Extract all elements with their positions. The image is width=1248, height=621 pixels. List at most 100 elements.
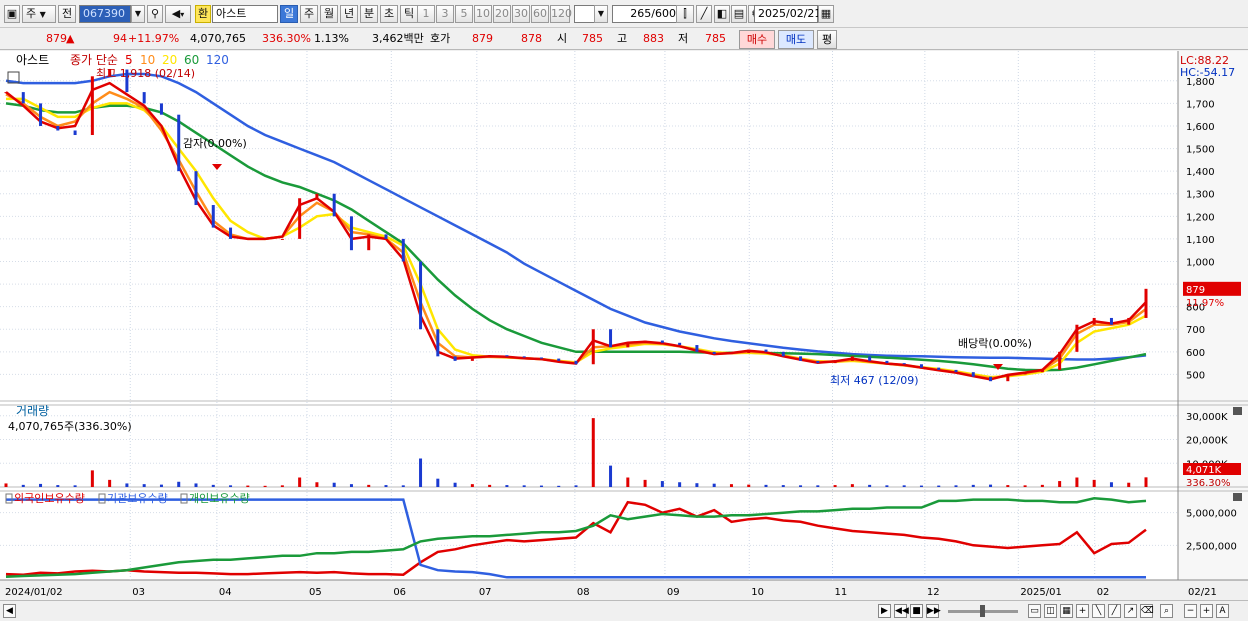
volume-bar <box>349 484 353 487</box>
volume-value-label: 4,070,765주(336.30%) <box>8 420 132 433</box>
price-candle <box>367 234 371 251</box>
change-percent: +11.97% <box>128 32 180 45</box>
date-input[interactable]: 2025/02/21 <box>754 5 821 23</box>
zoom-in-icon[interactable]: + <box>1200 604 1213 618</box>
ma-legend-period: 60 <box>184 53 199 67</box>
price-tick-label: 1,200 <box>1186 212 1215 223</box>
interval-button[interactable]: 10 <box>474 5 492 23</box>
volume-bar <box>626 477 630 487</box>
eraser-icon[interactable]: ⌫ <box>1140 604 1154 618</box>
crosshair-icon[interactable]: + <box>1076 604 1089 618</box>
chart-type-icon[interactable]: ⫿ <box>676 5 694 23</box>
scroll-left-icon[interactable]: ◀ <box>3 604 16 618</box>
prev-button[interactable]: 전 <box>58 5 76 23</box>
x-axis-label: 10 <box>751 587 764 598</box>
zoom-out-icon[interactable]: − <box>1184 604 1197 618</box>
grid-view-icon[interactable]: ▦ <box>1060 604 1073 618</box>
sell-button[interactable]: 매도 <box>778 30 814 49</box>
volume-bar <box>660 481 664 487</box>
interval-button[interactable]: 1 <box>417 5 435 23</box>
volume-bar <box>108 479 112 487</box>
zoom-slider-handle[interactable] <box>980 605 985 617</box>
volume-bar <box>280 485 284 487</box>
stock-code-input[interactable]: 067390 <box>79 5 131 23</box>
high-label: 고 <box>617 32 628 45</box>
magnifier-icon[interactable]: ⌕ <box>1160 604 1173 618</box>
holdings-tick-label: 5,000,000 <box>1186 509 1237 520</box>
period-button[interactable]: 년 <box>340 5 358 23</box>
play-icon[interactable]: ▶ <box>878 604 891 618</box>
price-candle <box>557 358 561 361</box>
interval-button[interactable]: 120 <box>550 5 572 23</box>
calendar-icon[interactable]: ▦ <box>818 5 834 23</box>
font-size-icon[interactable]: A <box>1216 604 1229 618</box>
interval-button[interactable]: 60 <box>531 5 549 23</box>
price-candle <box>505 355 509 357</box>
volume-tick-label: 30,000K <box>1186 412 1228 423</box>
price-candle <box>1058 351 1062 370</box>
price-candle <box>90 76 94 136</box>
volume-bar <box>453 482 457 487</box>
stop-icon[interactable]: ■ <box>910 604 923 618</box>
x-axis-label: 05 <box>309 587 322 598</box>
high-annotation: 최고 1,918 (02/14) <box>96 67 195 80</box>
price-candle <box>989 376 993 382</box>
window-menu-icon[interactable]: ▣ <box>4 5 20 23</box>
fast-forward-icon[interactable]: ▶▶ <box>926 604 941 618</box>
volume-bar <box>539 485 543 487</box>
speaker-icon[interactable]: ◀▾ <box>165 5 191 23</box>
interval-button[interactable]: 30 <box>512 5 530 23</box>
period-button[interactable]: 분 <box>360 5 378 23</box>
period-button[interactable]: 틱 <box>400 5 418 23</box>
rewind-icon[interactable]: ◀◀ <box>894 604 909 618</box>
exchange-badge[interactable]: 환 <box>195 5 211 23</box>
indicator-icon[interactable]: ◧ <box>714 5 730 23</box>
volume-bar <box>90 470 94 487</box>
price-candle <box>729 352 733 355</box>
dividend-annotation: 배당락(0.00%) <box>958 337 1032 350</box>
volume-bar <box>712 483 716 487</box>
period-button[interactable]: 일 <box>280 5 298 23</box>
stock-code-dropdown-icon[interactable]: ▼ <box>131 5 145 23</box>
hc-label: HC:-54.17 <box>1180 66 1235 79</box>
holdings-legend-label: 외국인보유수량 <box>14 492 85 505</box>
drawing-tool-icon[interactable]: ╱ <box>696 5 712 23</box>
chart-scrollbar[interactable]: ◀ ▶ ◀◀ ■ ▶▶ ▭ ◫ ▦ + ╲ ╱ ↗ ⌫ ⌕ − + A <box>0 600 1248 621</box>
holdings-legend-label: 개인보유수량 <box>189 492 250 505</box>
trend-icon[interactable]: ╲ <box>1092 604 1105 618</box>
period-button[interactable]: 초 <box>380 5 398 23</box>
volume-bar <box>557 485 561 487</box>
volume-bar <box>1092 479 1096 487</box>
split-view-icon[interactable]: ◫ <box>1044 604 1057 618</box>
interval-button[interactable]: 5 <box>455 5 473 23</box>
market-select[interactable]: 주 ▼ <box>22 5 56 23</box>
price-candle <box>211 205 215 228</box>
volume-bar <box>833 485 837 487</box>
interval-dropdown-icon[interactable]: ▼ <box>594 5 608 23</box>
period-button[interactable]: 월 <box>320 5 338 23</box>
stock-name-field[interactable]: 아스트 <box>212 5 278 23</box>
save-icon[interactable]: ▤ <box>731 5 747 23</box>
price-candle <box>643 340 647 343</box>
volume-bar <box>56 485 60 487</box>
price-tick-label: 700 <box>1186 325 1205 336</box>
period-button[interactable]: 주 <box>300 5 318 23</box>
eval-button[interactable]: 평 <box>817 30 837 49</box>
arrow-tool-icon[interactable]: ↗ <box>1124 604 1137 618</box>
volume-bar <box>574 485 578 487</box>
x-axis-label: 02 <box>1097 587 1110 598</box>
volume-bar <box>211 484 215 487</box>
price-candle <box>660 340 664 343</box>
count-input[interactable]: 265/600 <box>612 5 680 23</box>
search-icon[interactable]: ⚲ <box>147 5 163 23</box>
capital-reduction-annotation: 감자(0.00%) <box>183 137 247 150</box>
interval-button[interactable]: 20 <box>493 5 511 23</box>
stock-chart[interactable]: 2024/01/02 03 04 05 06 07 08 09 10 11 12 2025/01 02 0… <box>0 51 1248 600</box>
price-candle <box>56 125 60 131</box>
interval-button[interactable]: 3 <box>436 5 454 23</box>
volume-bar <box>488 484 492 487</box>
line-tool-icon[interactable]: ╱ <box>1108 604 1121 618</box>
buy-button[interactable]: 매수 <box>739 30 775 49</box>
current-volume-pct-label: 336.30% <box>1186 478 1231 489</box>
window-layout-icon[interactable]: ▭ <box>1028 604 1041 618</box>
